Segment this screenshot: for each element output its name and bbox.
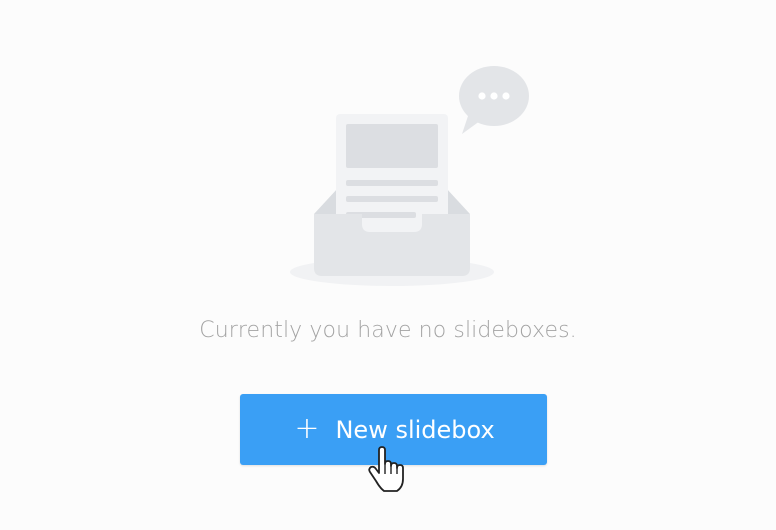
new-slidebox-label: New slidebox xyxy=(335,415,495,444)
empty-inbox-illustration xyxy=(290,66,529,286)
speech-bubble-icon xyxy=(459,66,529,134)
hand-pointer-icon xyxy=(368,446,404,492)
inbox-tray-icon xyxy=(314,114,470,276)
empty-state-message: Currently you have no slideboxes. xyxy=(199,318,577,343)
empty-state-page: Currently you have no slideboxes. + New … xyxy=(0,0,776,530)
plus-icon: + xyxy=(294,410,320,446)
